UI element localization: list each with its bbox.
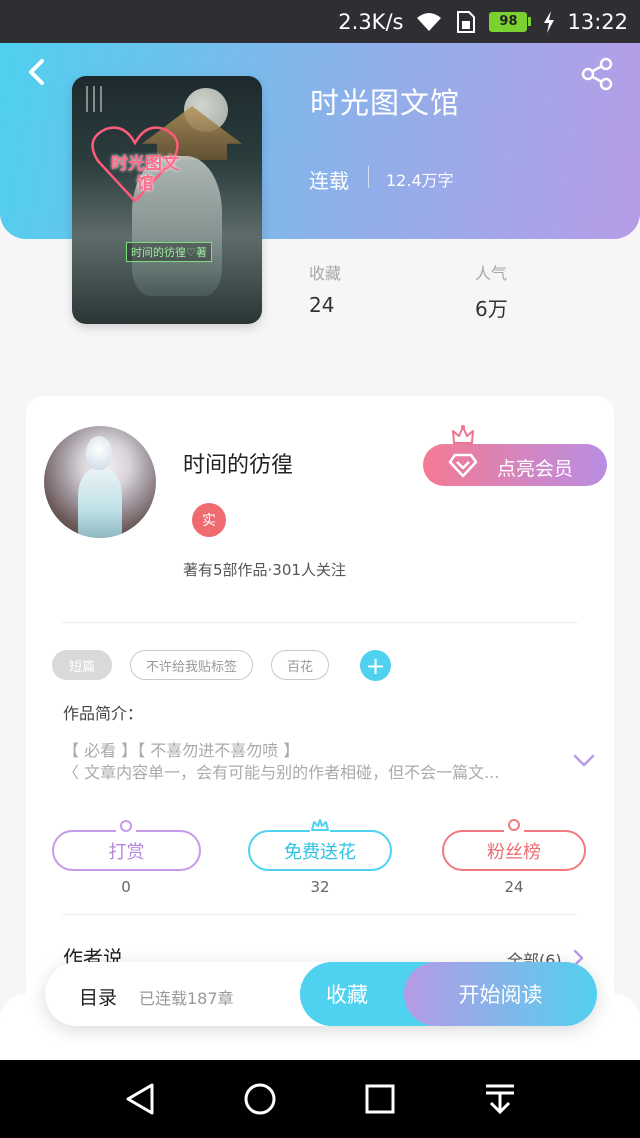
start-reading-button[interactable]: 开始阅读 bbox=[404, 962, 597, 1026]
battery-icon: 98 bbox=[489, 11, 532, 32]
network-speed: 2.3K/s bbox=[338, 9, 404, 34]
share-icon[interactable] bbox=[580, 57, 616, 91]
add-tag-button[interactable]: + bbox=[360, 650, 391, 681]
wifi-icon bbox=[415, 11, 443, 33]
tag-no-label[interactable]: 不许给我贴标签 bbox=[130, 650, 253, 680]
favorites-label: 收藏 bbox=[309, 264, 342, 283]
fan-rank-count: 24 bbox=[504, 878, 524, 896]
popularity-label: 人气 bbox=[475, 264, 508, 283]
charging-icon bbox=[543, 10, 555, 33]
avatar[interactable] bbox=[44, 426, 156, 538]
cover-subtitle: 时间的彷徨♡著 bbox=[126, 242, 212, 262]
author-name[interactable]: 时间的彷徨 bbox=[183, 447, 293, 479]
intro-line-1: 【 必看 】【 不喜勿进不喜勿喷 】 bbox=[63, 741, 300, 760]
nav-home-icon[interactable] bbox=[240, 1080, 280, 1118]
book-cover[interactable]: 时光图文馆 时间的彷徨♡著 bbox=[72, 76, 262, 324]
nav-notification-icon[interactable] bbox=[480, 1080, 520, 1118]
crown-icon bbox=[451, 424, 475, 446]
flower-count: 32 bbox=[310, 878, 330, 896]
sim-icon bbox=[455, 10, 477, 34]
popularity-value: 6万 bbox=[475, 297, 508, 321]
favorites-value: 24 bbox=[309, 293, 335, 317]
tag-baihua[interactable]: 百花 bbox=[271, 650, 329, 680]
intro-line-2: 〈 文章内容单一，会有可能与别的作者相碰，但不会一篇文... bbox=[63, 763, 500, 782]
author-stats: 著有5部作品·301人关注 bbox=[183, 561, 346, 579]
medal-icon bbox=[504, 818, 524, 832]
intro-label: 作品简介： bbox=[63, 704, 144, 723]
vip-label: 点亮会员 bbox=[497, 458, 574, 480]
clock: 13:22 bbox=[567, 9, 628, 34]
cover-title: 时光图文馆 bbox=[111, 154, 179, 194]
status-bar: 2.3K/s 98 13:22 bbox=[0, 0, 640, 43]
verified-badge: 实 bbox=[192, 503, 226, 537]
diamond-icon bbox=[448, 452, 478, 478]
word-count: 12.4万字 bbox=[386, 171, 454, 190]
serial-status: 连载 bbox=[309, 169, 349, 193]
battery-level: 98 bbox=[489, 11, 528, 32]
back-icon[interactable] bbox=[22, 55, 52, 89]
tip-count: 0 bbox=[121, 878, 131, 896]
section-divider bbox=[62, 622, 578, 623]
tag-short[interactable]: 短篇 bbox=[52, 650, 112, 680]
fan-rank-button[interactable]: 粉丝榜 bbox=[442, 830, 586, 871]
nav-recents-icon[interactable] bbox=[360, 1080, 400, 1118]
section-divider bbox=[62, 914, 578, 915]
meta-divider bbox=[368, 166, 369, 188]
navigation-bar bbox=[0, 1060, 640, 1138]
tip-button[interactable]: 打赏 bbox=[52, 830, 201, 871]
tip-icon bbox=[116, 818, 136, 832]
chevron-down-icon[interactable] bbox=[572, 752, 596, 770]
flower-icon bbox=[310, 818, 330, 832]
cover-decoration bbox=[86, 86, 126, 116]
chapter-count: 已连载187章 bbox=[139, 989, 234, 1008]
book-title: 时光图文馆 bbox=[310, 86, 461, 120]
toc-button[interactable]: 目录 bbox=[79, 983, 117, 1010]
send-flower-button[interactable]: 免费送花 bbox=[248, 830, 392, 871]
nav-back-icon[interactable] bbox=[120, 1080, 160, 1118]
